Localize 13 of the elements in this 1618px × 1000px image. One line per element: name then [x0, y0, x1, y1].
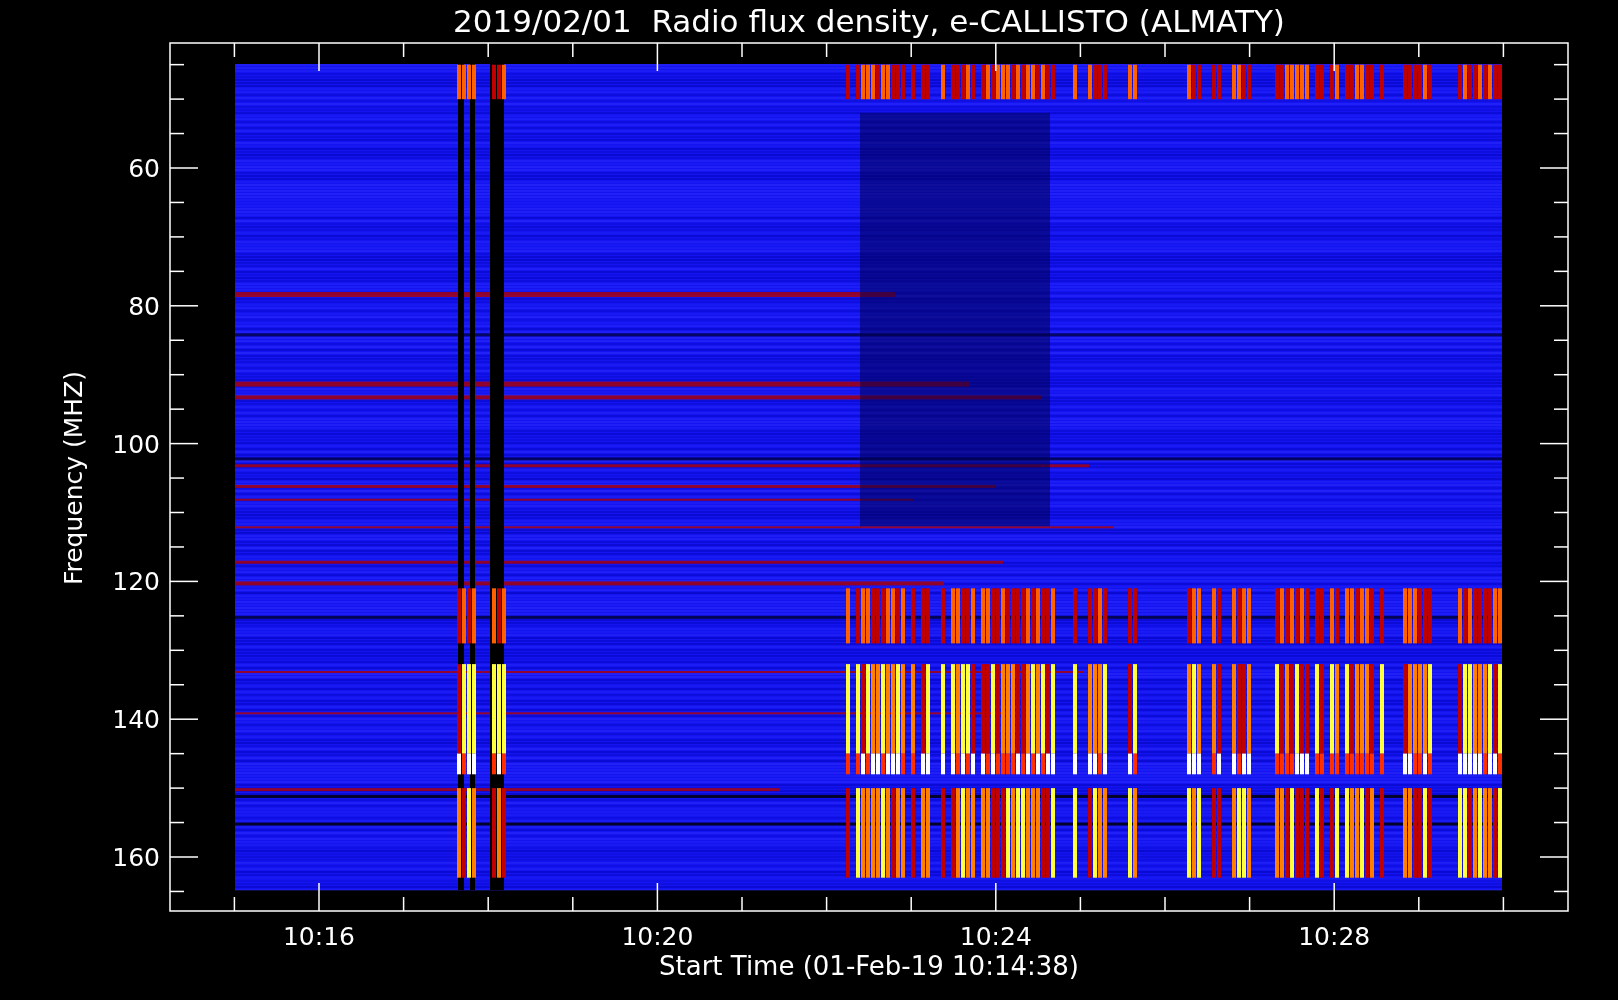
x-tick-label: 10:28 [1298, 922, 1371, 951]
x-tick-label: 10:16 [283, 922, 355, 951]
x-tick-label: 10:24 [959, 922, 1032, 951]
y-tick-label: 140 [112, 705, 160, 735]
y-tick-label: 60 [128, 154, 160, 183]
y-tick-label: 120 [112, 567, 160, 597]
y-axis-label: Frequency (MHZ) [59, 370, 88, 586]
y-tick-label: 80 [128, 291, 160, 321]
x-axis-label: Start Time (01-Feb-19 10:14:38) [659, 951, 1079, 981]
x-tick-label: 10:20 [621, 922, 694, 951]
chart-title: 2019/02/01 Radio flux density, e-CALLISTO (ALMATY) [453, 3, 1285, 39]
y-tick-label: 100 [112, 429, 160, 459]
y-tick-label: 160 [112, 843, 160, 872]
